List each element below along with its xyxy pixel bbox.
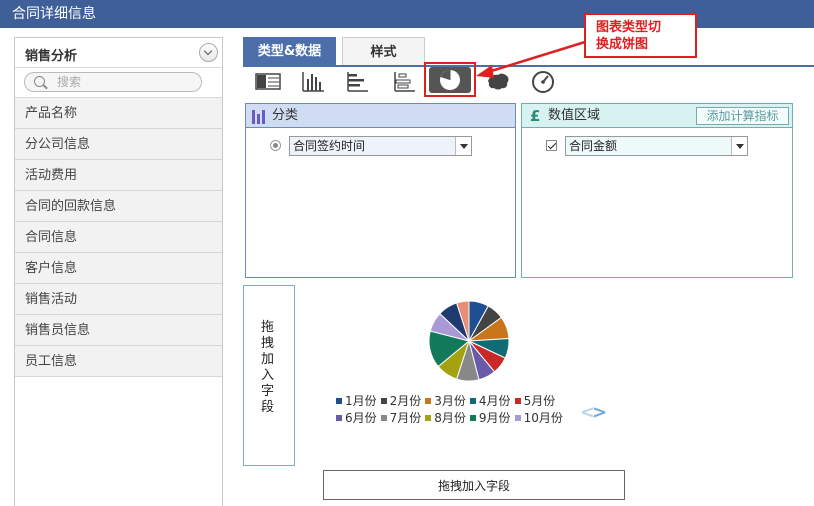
legend-label: 2月份 (389, 394, 422, 408)
legend-swatch (380, 398, 387, 404)
add-calc-metric-button[interactable]: 添加计算指标 (696, 107, 789, 125)
sidebar-item-product-name[interactable]: 产品名称 (15, 98, 222, 129)
callout-arrow-icon (476, 40, 586, 78)
search-icon (34, 76, 45, 87)
tab-type-data[interactable]: 类型&数据 (243, 37, 336, 66)
pie-chart (428, 300, 510, 382)
chevron-down-icon[interactable] (199, 43, 218, 62)
callout-line-2: 换成饼图 (596, 37, 649, 52)
vertical-drop-zone-label: 拖拽加入字段 (261, 320, 275, 415)
value-panel-header: £ 数值区域 添加计算指标 (522, 104, 792, 128)
column-chart-icon[interactable] (298, 69, 328, 94)
legend-swatch (425, 415, 432, 421)
legend-swatch (380, 415, 387, 421)
legend-item[interactable]: 3月份 (425, 392, 466, 409)
sidebar-item-contract-payment[interactable]: 合同的回款信息 (15, 191, 222, 222)
legend-label: 6月份 (345, 411, 377, 425)
legend-item[interactable]: 4月份 (469, 392, 511, 409)
sidebar-item-employee-info[interactable]: 员工信息 (15, 346, 222, 377)
legend-item[interactable]: 9月份 (469, 409, 511, 426)
category-field-value: 合同签约时间 (293, 139, 366, 153)
chart-legend: 1月份 2月份 3月份 4月份 5月份 6月份 7月份 8月份 9月份 10月份 (336, 392, 576, 426)
legend-swatch (469, 415, 476, 421)
chevron-down-icon[interactable] (455, 137, 471, 155)
callout-note: 图表类型切 换成饼图 (584, 13, 697, 58)
legend-swatch (469, 398, 476, 404)
legend-item[interactable]: 10月份 (514, 409, 563, 426)
category-panel-title: 分类 (272, 108, 299, 123)
category-radio[interactable] (270, 140, 281, 151)
value-checkbox[interactable] (546, 140, 557, 151)
sidebar-item-sales-activity[interactable]: 销售活动 (15, 284, 222, 315)
sidebar-list: 产品名称 分公司信息 活动费用 合同的回款信息 合同信息 客户信息 销售活动 销… (15, 98, 222, 377)
legend-label: 3月份 (434, 394, 466, 408)
search-input[interactable]: 搜索 (24, 72, 202, 92)
sidebar-item-activity-cost[interactable]: 活动费用 (15, 160, 222, 191)
legend-swatch (514, 415, 521, 421)
stacked-bar-icon[interactable] (389, 69, 419, 94)
legend-swatch (336, 398, 342, 404)
sidebar-title: 销售分析 (25, 49, 78, 64)
horizontal-drop-zone[interactable]: 拖拽加入字段 (323, 470, 625, 500)
sidebar-item-customer-info[interactable]: 客户信息 (15, 253, 222, 284)
legend-label: 4月份 (478, 394, 511, 408)
legend-label: 9月份 (478, 411, 511, 425)
pie-chart-icon (429, 67, 471, 93)
legend-row: 1月份 2月份 3月份 4月份 5月份 (336, 392, 576, 409)
sidebar-empty-area (15, 377, 222, 506)
sidebar-item-contract-info[interactable]: 合同信息 (15, 222, 222, 253)
sidebar-item-branch-info[interactable]: 分公司信息 (15, 129, 222, 160)
measure-icon: £ (530, 107, 541, 125)
category-panel-header: 分类 (246, 104, 515, 128)
legend-item[interactable]: 2月份 (380, 392, 422, 409)
sidebar-header: 销售分析 (15, 38, 222, 68)
legend-label: 1月份 (345, 394, 377, 408)
legend-next-icon[interactable]: > (592, 402, 607, 423)
dimension-icon (252, 110, 266, 124)
legend-label: 7月份 (389, 411, 422, 425)
category-panel: 分类 合同签约时间 (245, 103, 516, 278)
value-field-select[interactable]: 合同金额 (565, 136, 748, 156)
legend-item[interactable]: 6月份 (336, 409, 377, 426)
tab-style[interactable]: 样式 (342, 37, 425, 66)
field-sidebar: 销售分析 搜索 产品名称 分公司信息 活动费用 合同的回款信息 合同信息 客户信… (14, 37, 223, 506)
sidebar-search: 搜索 (15, 68, 222, 98)
table-icon[interactable] (253, 69, 283, 94)
legend-label: 10月份 (523, 411, 563, 425)
legend-label: 8月份 (434, 411, 466, 425)
legend-item[interactable]: 1月份 (336, 392, 377, 409)
legend-swatch (336, 415, 342, 421)
category-field-select[interactable]: 合同签约时间 (289, 136, 472, 156)
legend-item[interactable]: 5月份 (514, 392, 556, 409)
chevron-down-icon[interactable] (731, 137, 747, 155)
vertical-drop-zone[interactable]: 拖拽加入字段 (243, 285, 295, 466)
value-field-value: 合同金额 (569, 139, 618, 153)
legend-item[interactable]: 7月份 (380, 409, 422, 426)
pie-chart-button[interactable] (424, 62, 476, 97)
callout-line-1: 图表类型切 (596, 20, 662, 35)
legend-label: 5月份 (523, 394, 556, 408)
legend-swatch (514, 398, 521, 404)
legend-swatch (425, 398, 432, 404)
value-panel: £ 数值区域 添加计算指标 合同金额 (521, 103, 793, 278)
value-panel-title: 数值区域 (548, 108, 601, 123)
legend-row: 6月份 7月份 8月份 9月份 10月份 (336, 409, 576, 426)
legend-item[interactable]: 8月份 (425, 409, 466, 426)
sidebar-item-salesperson-info[interactable]: 销售员信息 (15, 315, 222, 346)
bar-chart-icon[interactable] (342, 69, 372, 94)
